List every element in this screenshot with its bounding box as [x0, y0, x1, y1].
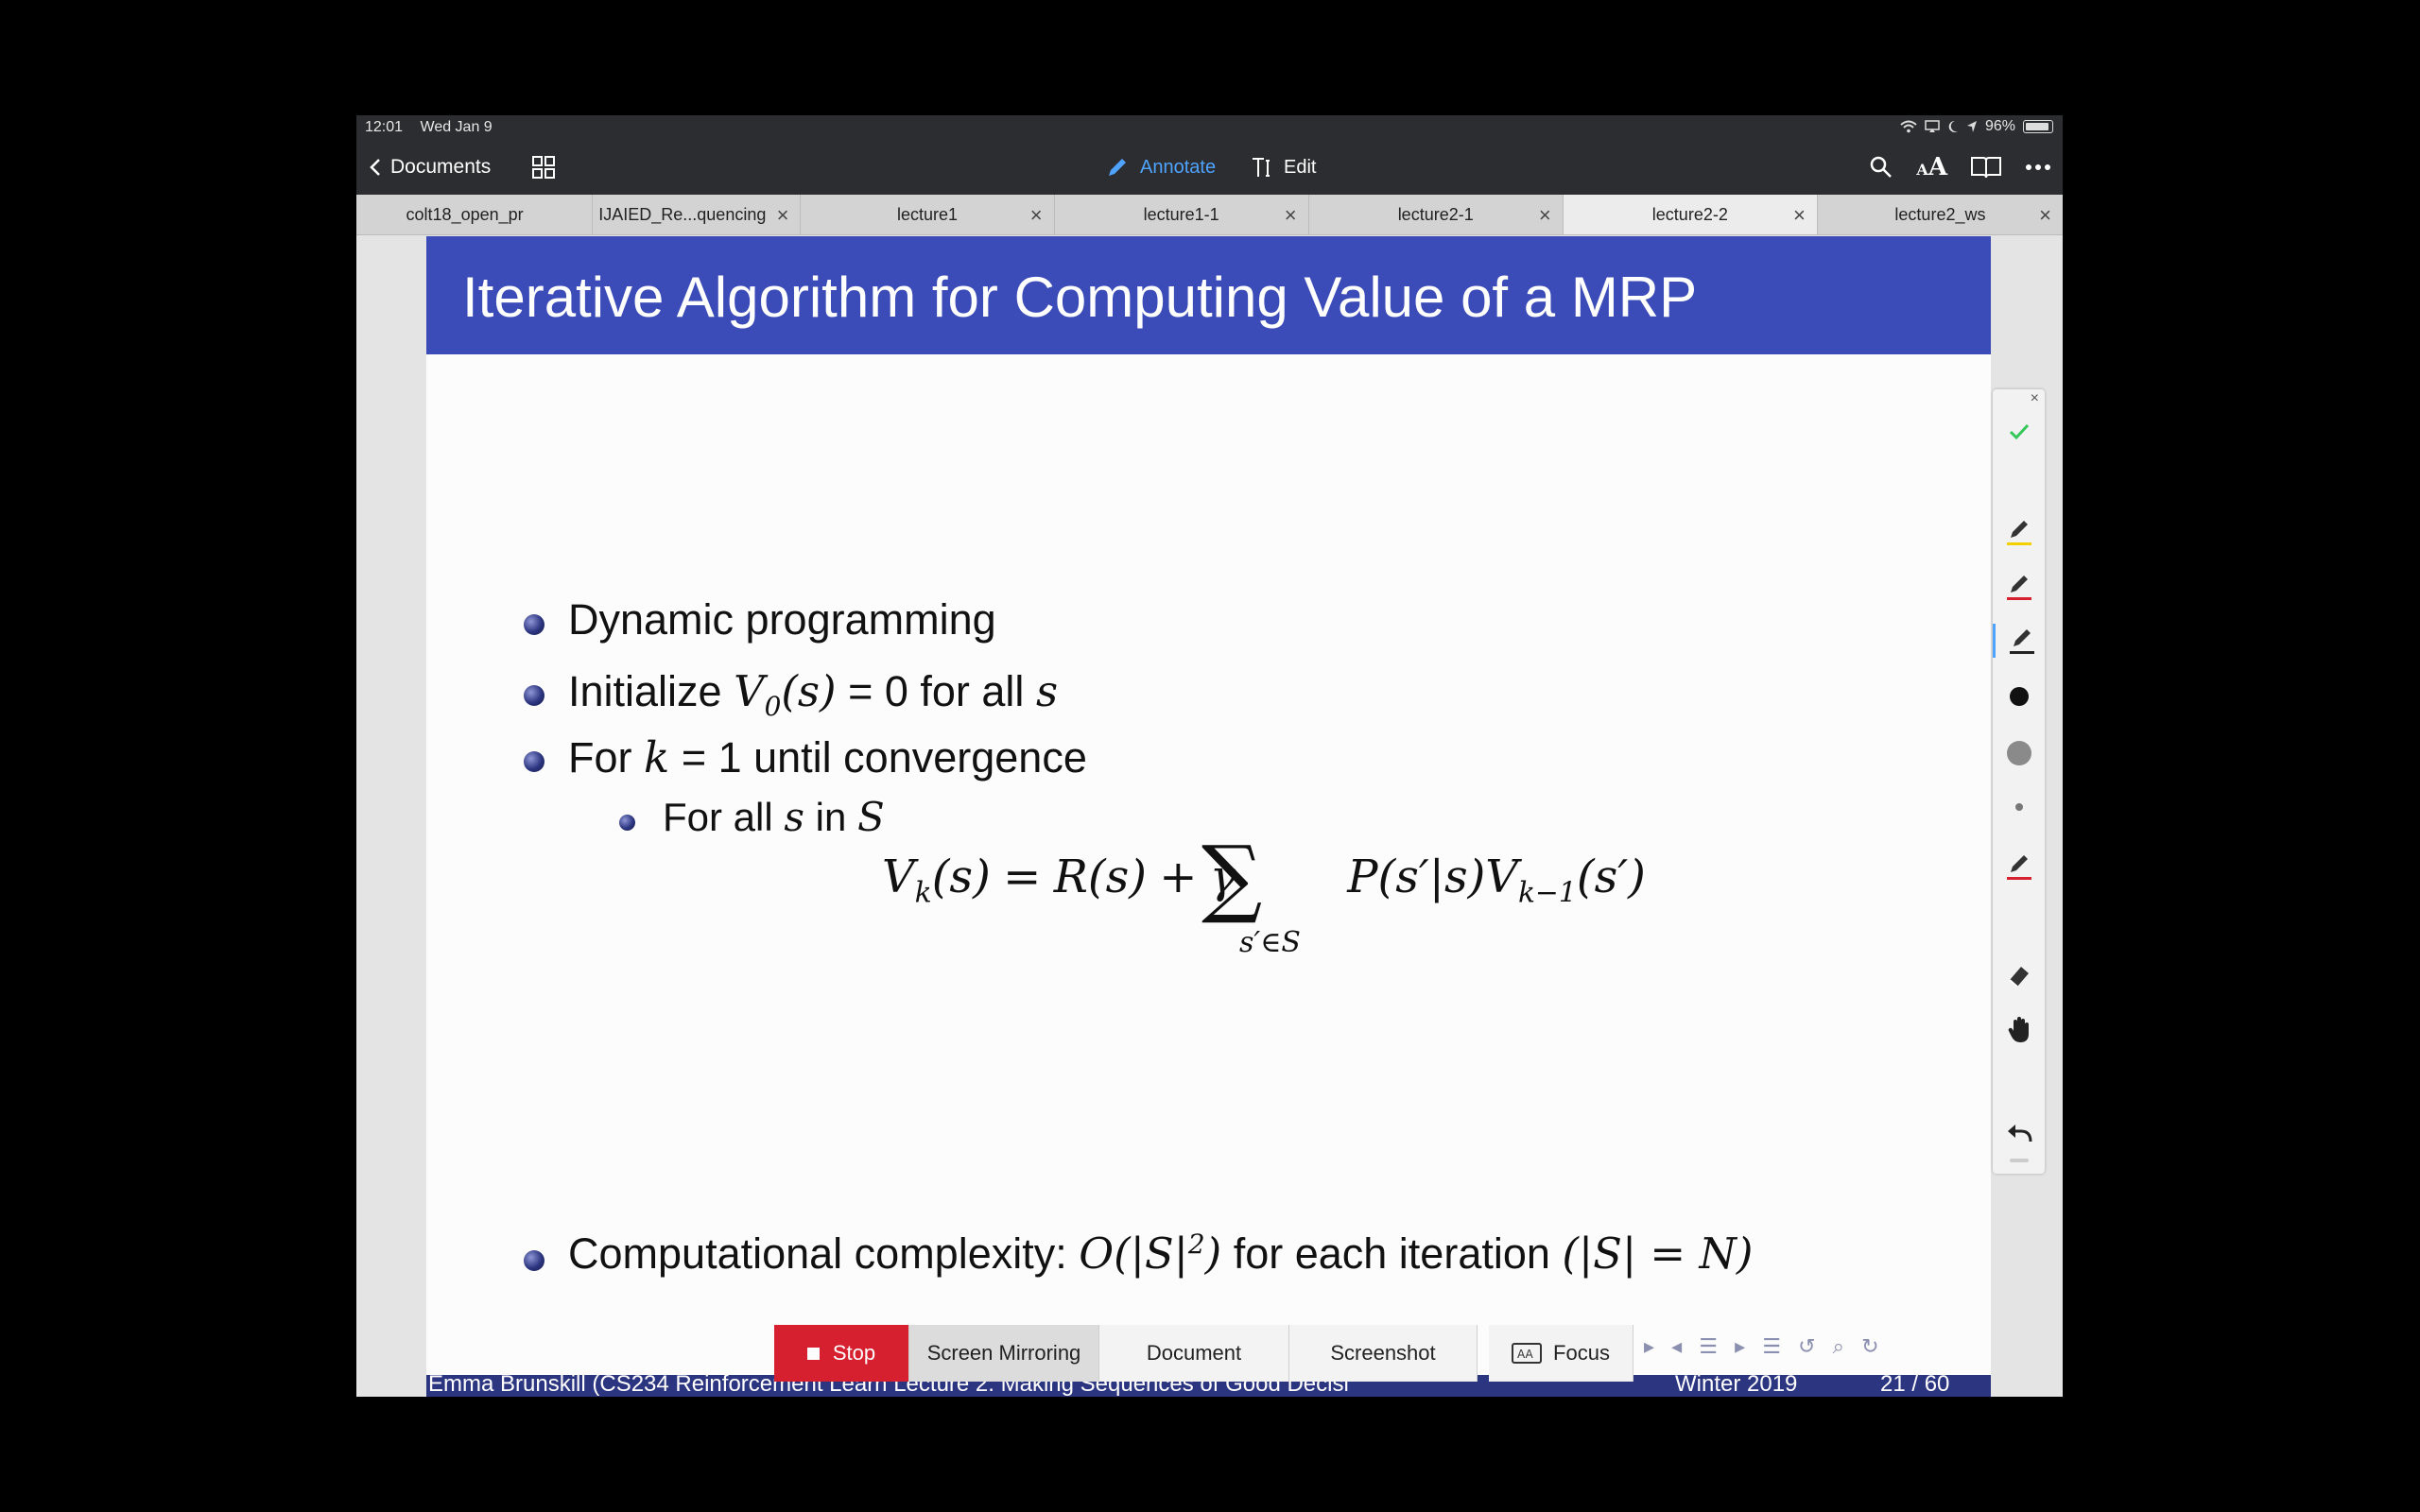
- stroke-medium-icon[interactable]: [1993, 739, 2045, 767]
- tab-colt18[interactable]: colt18_open_pr: [356, 195, 594, 234]
- bellman-equation: Vk(s) = R(s) + γ P(s′|s)Vk−1(s′): [882, 850, 1646, 910]
- ipad-screen: 12:01 Wed Jan 9 96% Documents Annotate E…: [356, 115, 2063, 1397]
- stop-icon: [806, 1347, 820, 1360]
- back-label: Documents: [390, 156, 492, 178]
- bullet-marker: [524, 751, 544, 772]
- screen-recording-bar: Stop Screen Mirroring Document Screensho…: [774, 1325, 1634, 1382]
- focus-button[interactable]: AA Focus: [1489, 1325, 1634, 1382]
- bullet-marker: [524, 614, 544, 635]
- pen-black-icon[interactable]: [1993, 624, 2048, 658]
- more-icon[interactable]: [2025, 163, 2051, 171]
- sub-bullet-marker: [619, 815, 635, 831]
- annotate-label: Annotate: [1140, 156, 1217, 178]
- tab-label: lecture2-1: [1397, 204, 1474, 224]
- close-tab-icon[interactable]: ×: [1285, 203, 1297, 228]
- tab-lecture2-2[interactable]: lecture2-2 ×: [1563, 195, 1818, 234]
- battery-icon: [2023, 120, 2053, 133]
- palette-handle[interactable]: [1993, 1157, 2045, 1164]
- screenshot-button[interactable]: Screenshot: [1289, 1325, 1478, 1382]
- tab-label: lecture1-1: [1143, 204, 1219, 224]
- sum-index: s′∈S: [1239, 926, 1301, 959]
- status-bar: 12:01 Wed Jan 9 96%: [356, 115, 2063, 140]
- tab-label: colt18_open_pr: [406, 204, 524, 224]
- close-tab-icon[interactable]: ×: [1793, 203, 1806, 228]
- tab-lecture2-ws[interactable]: lecture2_ws ×: [1818, 195, 2063, 234]
- footer-page: 21 / 60: [1880, 1375, 1950, 1397]
- pen-red-icon[interactable]: [1993, 570, 2045, 604]
- battery-percent: 96%: [1984, 118, 2015, 134]
- footer-term: Winter 2019: [1675, 1375, 1798, 1397]
- bullet-for-k: For k = 1 until convergence: [568, 732, 1087, 782]
- sum-symbol: ∑: [1201, 828, 1263, 927]
- grid-icon: [532, 156, 555, 179]
- bullet-complexity: Computational complexity: O(|S|2) for ea…: [568, 1228, 1754, 1279]
- book-icon[interactable]: [1970, 155, 2002, 180]
- tab-ijaied[interactable]: IJAIED_Re...quencing ×: [593, 195, 802, 234]
- app-toolbar: Documents Annotate Edit AA: [356, 140, 2063, 195]
- close-tab-icon[interactable]: ×: [2039, 203, 2051, 228]
- undo-icon[interactable]: [1993, 1119, 2045, 1147]
- sub-bullet-for-all-s: For all s in S: [663, 794, 885, 840]
- tab-lecture2-1[interactable]: lecture2-1 ×: [1309, 195, 1564, 234]
- svg-text:AA: AA: [1517, 1348, 1534, 1361]
- bullet-initialize: Initialize V0(s) = 0 for all s: [568, 666, 1059, 722]
- toolbar-right-group: AA: [1869, 140, 2051, 195]
- font-size-icon[interactable]: AA: [1916, 153, 1947, 181]
- close-tab-icon[interactable]: ×: [777, 203, 789, 228]
- bullet-dynamic-programming: Dynamic programming: [568, 595, 996, 644]
- annotation-palette: ×: [1993, 389, 2045, 1174]
- thumbnail-grid-button[interactable]: [531, 140, 556, 195]
- stroke-large-icon[interactable]: [1993, 685, 2045, 708]
- tab-label: lecture2-2: [1651, 204, 1728, 224]
- highlighter-yellow-icon[interactable]: [1993, 515, 2045, 549]
- bullet-marker: [524, 685, 544, 706]
- annotate-button[interactable]: Annotate: [1106, 140, 1216, 195]
- beamer-navigation-icons: ▸ ◂ ☰ ▸ ☰ ↺ ⌕ ↻: [1644, 1334, 1885, 1358]
- hand-icon[interactable]: [1993, 1015, 2045, 1045]
- moon-icon: [1948, 120, 1958, 132]
- wifi-icon: [1900, 120, 1917, 133]
- slide-body: Dynamic programming Initialize V0(s) = 0…: [426, 236, 1991, 1397]
- close-tab-icon[interactable]: ×: [1030, 203, 1043, 228]
- status-date: Wed Jan 9: [420, 119, 493, 135]
- tab-lecture1-1[interactable]: lecture1-1 ×: [1055, 195, 1309, 234]
- palette-close-icon[interactable]: ×: [1993, 389, 2045, 408]
- location-icon: [1966, 121, 1977, 132]
- text-cursor-icon: [1253, 158, 1270, 177]
- edit-label: Edit: [1284, 156, 1317, 178]
- document-button[interactable]: Document: [1099, 1325, 1289, 1382]
- tab-label: IJAIED_Re...quencing: [598, 204, 767, 224]
- screen-mirroring-button[interactable]: Screen Mirroring: [909, 1325, 1099, 1382]
- pen-red-alt-icon[interactable]: [1993, 850, 2045, 884]
- edit-button[interactable]: Edit: [1250, 140, 1316, 195]
- tab-label: lecture1: [896, 204, 959, 224]
- back-to-documents-button[interactable]: Documents: [370, 140, 491, 195]
- search-icon[interactable]: [1869, 155, 1893, 180]
- pen-icon: [1109, 159, 1126, 176]
- eraser-icon[interactable]: [1993, 962, 2045, 990]
- close-tab-icon[interactable]: ×: [1539, 203, 1551, 228]
- tab-lecture1[interactable]: lecture1 ×: [801, 195, 1055, 234]
- focus-icon: AA: [1512, 1343, 1543, 1364]
- bullet-marker: [524, 1250, 544, 1271]
- stop-recording-button[interactable]: Stop: [774, 1325, 909, 1382]
- pdf-slide: Iterative Algorithm for Computing Value …: [426, 236, 1991, 1397]
- status-time: 12:01: [365, 119, 404, 135]
- screen-mirroring-icon: [1925, 120, 1940, 132]
- chevron-left-icon: [370, 159, 380, 176]
- stroke-small-icon[interactable]: [1993, 798, 2045, 816]
- tab-label: lecture2_ws: [1894, 204, 1986, 224]
- document-tabs: colt18_open_pr IJAIED_Re...quencing × le…: [356, 195, 2063, 235]
- checkmark-icon[interactable]: [1993, 418, 2045, 446]
